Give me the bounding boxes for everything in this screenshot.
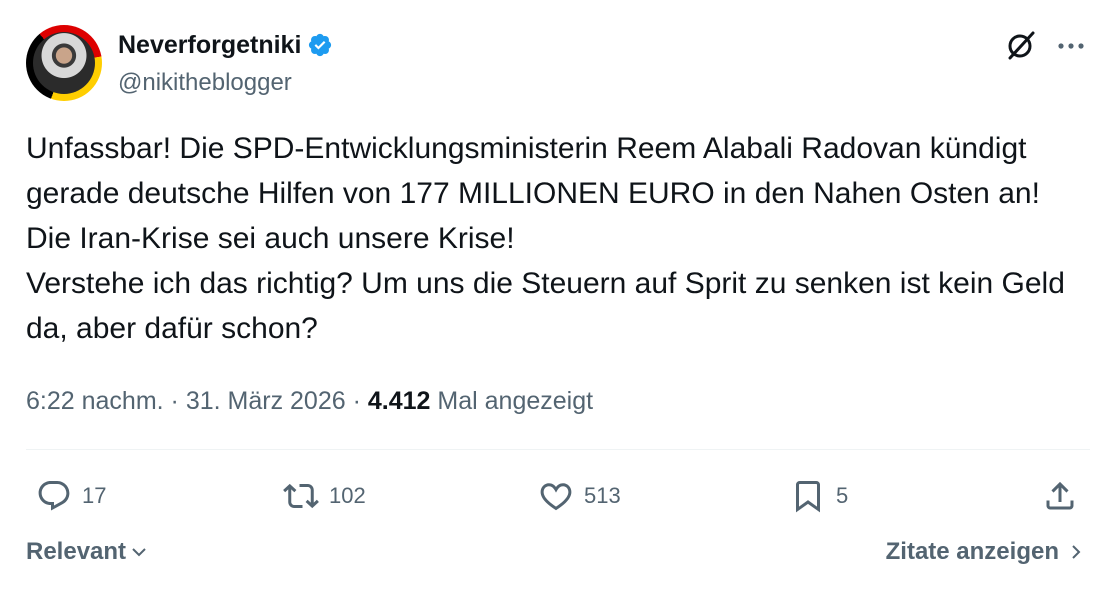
tweet-meta: 6:22 nachm. · 31. März 2026 · 4.412 Mal …: [26, 383, 593, 419]
author-display-name[interactable]: Neverforgetniki: [118, 30, 333, 60]
author-handle[interactable]: @nikitheblogger: [118, 68, 292, 98]
retweet-count: 102: [329, 483, 366, 508]
views-count: 4.412: [367, 387, 431, 415]
like-button[interactable]: 513: [538, 476, 621, 516]
view-quotes-link[interactable]: Zitate anzeigen: [886, 538, 1085, 566]
sort-label: Relevant: [26, 538, 127, 565]
divider: [26, 449, 1090, 450]
sort-dropdown[interactable]: Relevant: [26, 538, 148, 566]
meta-separator: ·: [352, 387, 361, 415]
tweet-text-paragraph: Unfassbar! Die SPD-Entwicklungsministeri…: [26, 132, 1040, 255]
share-button[interactable]: [1042, 476, 1078, 516]
view-quotes-label: Zitate anzeigen: [885, 538, 1059, 565]
views-label: Mal angezeigt: [437, 387, 594, 415]
retweet-icon: [283, 483, 319, 509]
tweet-time[interactable]: 6:22 nachm.: [26, 387, 164, 415]
tweet-text-paragraph: Verstehe ich das richtig? Um uns die Ste…: [26, 267, 1065, 345]
bookmark-count: 5: [836, 483, 849, 508]
like-icon: [540, 483, 572, 511]
tweet-date[interactable]: 31. März 2026: [186, 387, 346, 415]
grok-icon[interactable]: [1003, 27, 1039, 63]
author-name-text: Neverforgetniki: [118, 31, 302, 59]
reply-count: 17: [82, 483, 107, 508]
verified-badge-icon: [309, 33, 332, 57]
retweet-button[interactable]: 102: [283, 476, 366, 516]
tweet-text: Unfassbar! Die SPD-Entwicklungsministeri…: [26, 126, 1086, 351]
reply-icon: [38, 481, 70, 511]
reply-button[interactable]: 17: [36, 476, 106, 516]
chevron-right-icon: [1072, 545, 1081, 559]
more-icon[interactable]: [1056, 36, 1086, 56]
bookmark-button[interactable]: 5: [790, 476, 848, 516]
avatar[interactable]: [26, 25, 102, 101]
meta-separator: ·: [170, 387, 179, 415]
avatar-photo: [33, 32, 95, 94]
like-count: 513: [584, 483, 621, 508]
chevron-down-icon: [132, 548, 146, 557]
share-icon: [1046, 481, 1074, 510]
bookmark-icon: [796, 481, 820, 513]
